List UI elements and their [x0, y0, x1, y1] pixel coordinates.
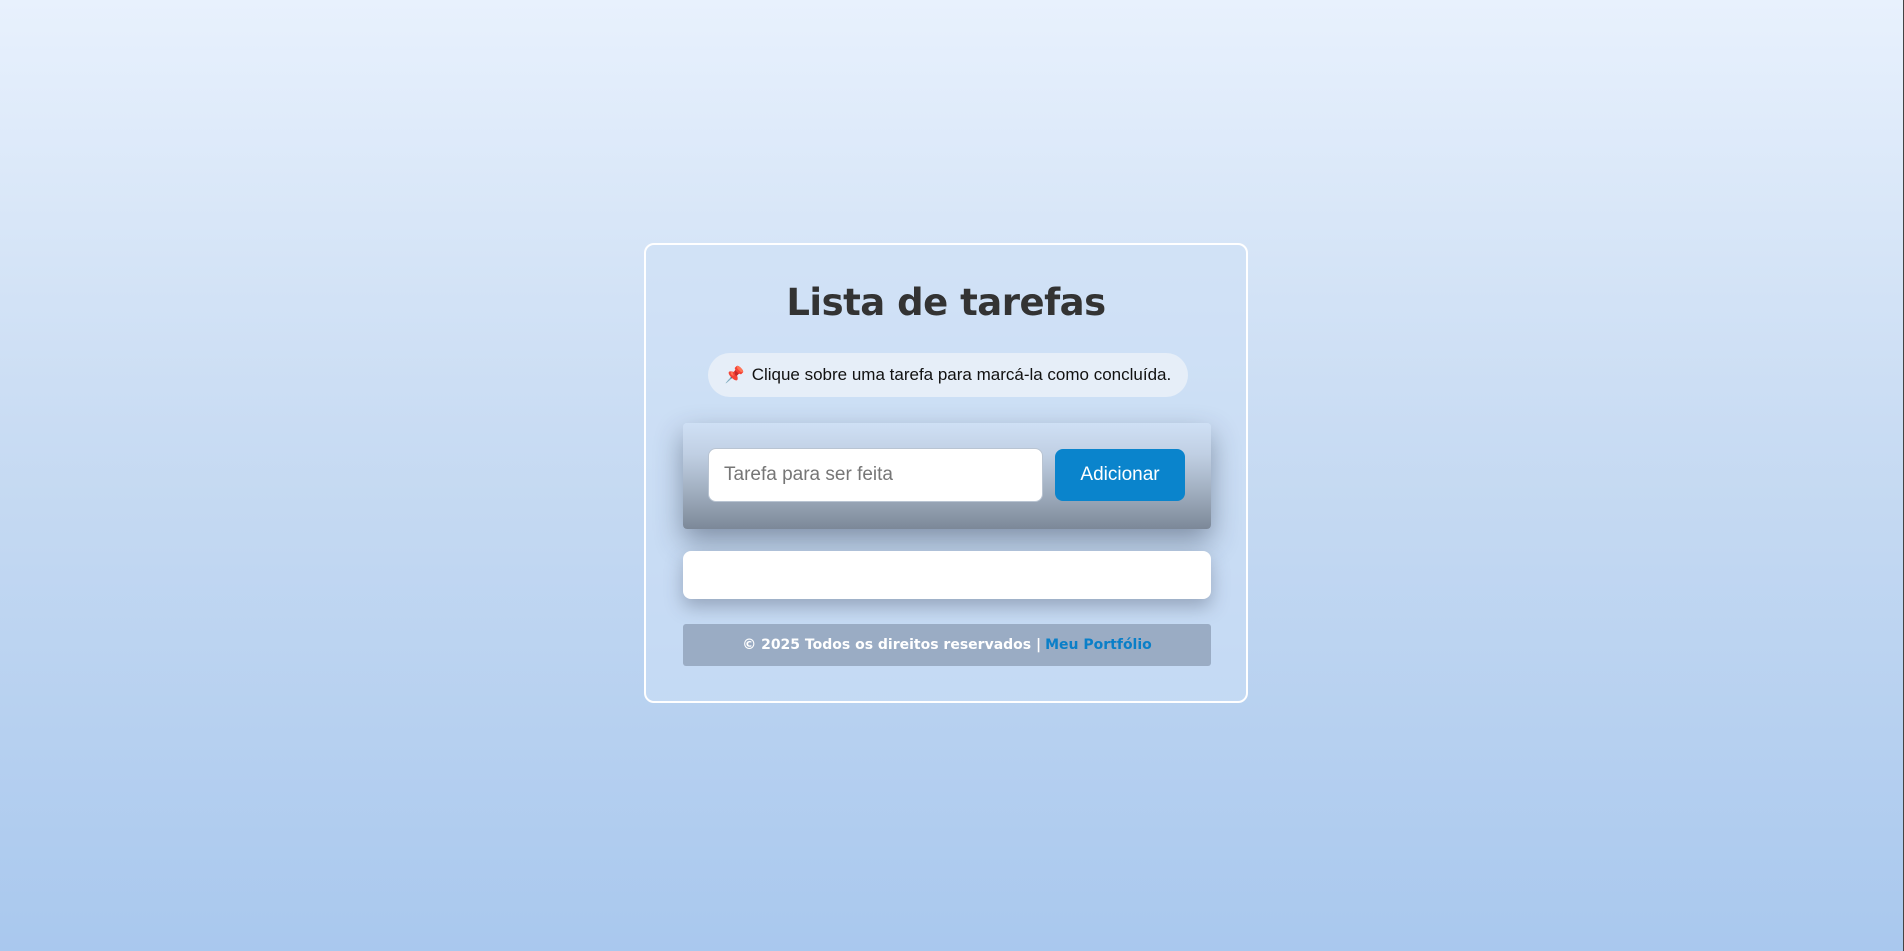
hint-text: Clique sobre uma tarefa para marcá-la co…	[751, 365, 1172, 384]
todo-card: Lista de tarefas 📌 Clique sobre uma tare…	[644, 243, 1248, 703]
page-title: Lista de tarefas	[786, 281, 1106, 324]
copyright-text: © 2025 Todos os direitos reservados |	[742, 637, 1042, 653]
task-list	[683, 551, 1211, 599]
footer: © 2025 Todos os direitos reservados | Me…	[683, 624, 1211, 666]
add-task-panel: Adicionar	[683, 423, 1211, 529]
pushpin-icon: 📌	[724, 367, 745, 384]
instruction-hint: 📌 Clique sobre uma tarefa para marcá-la …	[708, 353, 1188, 397]
add-button[interactable]: Adicionar	[1055, 449, 1185, 501]
task-input[interactable]	[708, 448, 1043, 502]
portfolio-link[interactable]: Meu Portfólio	[1045, 637, 1152, 653]
